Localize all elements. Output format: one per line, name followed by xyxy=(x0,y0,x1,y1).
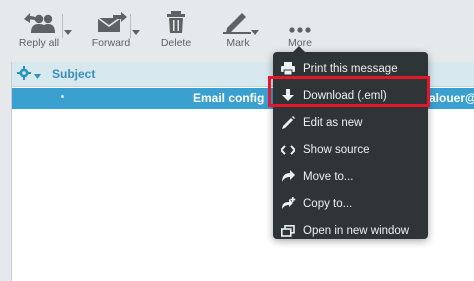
menu-item-move-to[interactable]: Move to... xyxy=(273,163,428,190)
forward-button[interactable]: Forward xyxy=(86,8,136,54)
pencil-icon xyxy=(273,109,303,136)
message-toolbar: Reply all Forward Delete Mark More xyxy=(0,0,474,56)
menu-item-print[interactable]: Print this message xyxy=(273,55,428,82)
menu-item-label: Download (.eml) xyxy=(303,89,387,102)
more-dots-icon xyxy=(285,8,315,34)
delete-button[interactable]: Delete xyxy=(156,8,196,54)
copy-icon xyxy=(273,190,303,217)
menu-item-label: Show source xyxy=(303,143,370,156)
download-icon xyxy=(273,82,303,109)
menu-item-label: Print this message xyxy=(303,62,398,75)
menu-item-copy-to[interactable]: Copy to... xyxy=(273,190,428,217)
menu-item-show-source[interactable]: Show source xyxy=(273,136,428,163)
print-icon xyxy=(273,55,303,82)
reply-all-divider xyxy=(62,14,63,38)
forward-icon xyxy=(93,8,129,34)
menu-item-download-eml[interactable]: Download (.eml) xyxy=(273,82,428,109)
trash-icon xyxy=(164,8,188,34)
menu-item-label: Open in new window xyxy=(303,224,410,237)
menu-item-label: Copy to... xyxy=(303,197,353,210)
mark-label: Mark xyxy=(226,37,250,49)
menu-item-open-new-window[interactable]: Open in new window xyxy=(273,217,428,244)
menu-item-label: Move to... xyxy=(303,170,354,183)
unread-dot-icon xyxy=(61,95,64,98)
chevron-down-icon xyxy=(34,66,41,84)
forward-label: Forward xyxy=(91,37,131,49)
reply-all-button[interactable]: Reply all xyxy=(14,8,64,54)
row-from: alouer@ xyxy=(429,91,474,105)
menu-item-edit-as-new[interactable]: Edit as new xyxy=(273,109,428,136)
menu-item-label: Edit as new xyxy=(303,116,363,129)
reply-all-dropdown-icon[interactable] xyxy=(64,30,72,35)
move-icon xyxy=(273,163,303,190)
more-menu: Print this message Download (.eml) Edit … xyxy=(273,46,428,239)
list-options-button[interactable] xyxy=(17,65,43,85)
subject-column-header[interactable]: Subject xyxy=(52,67,95,81)
gear-icon xyxy=(17,65,31,85)
reply-all-label: Reply all xyxy=(18,37,60,49)
forward-divider xyxy=(130,14,131,38)
mark-dropdown-icon[interactable] xyxy=(251,30,259,35)
left-pane-edge xyxy=(0,56,11,281)
forward-dropdown-icon[interactable] xyxy=(132,30,140,35)
code-icon xyxy=(273,136,303,163)
new-window-icon xyxy=(273,217,303,244)
row-subject: Email config xyxy=(193,91,265,105)
reply-all-icon xyxy=(21,8,57,34)
delete-label: Delete xyxy=(160,37,192,49)
mark-pencil-icon xyxy=(221,8,255,34)
